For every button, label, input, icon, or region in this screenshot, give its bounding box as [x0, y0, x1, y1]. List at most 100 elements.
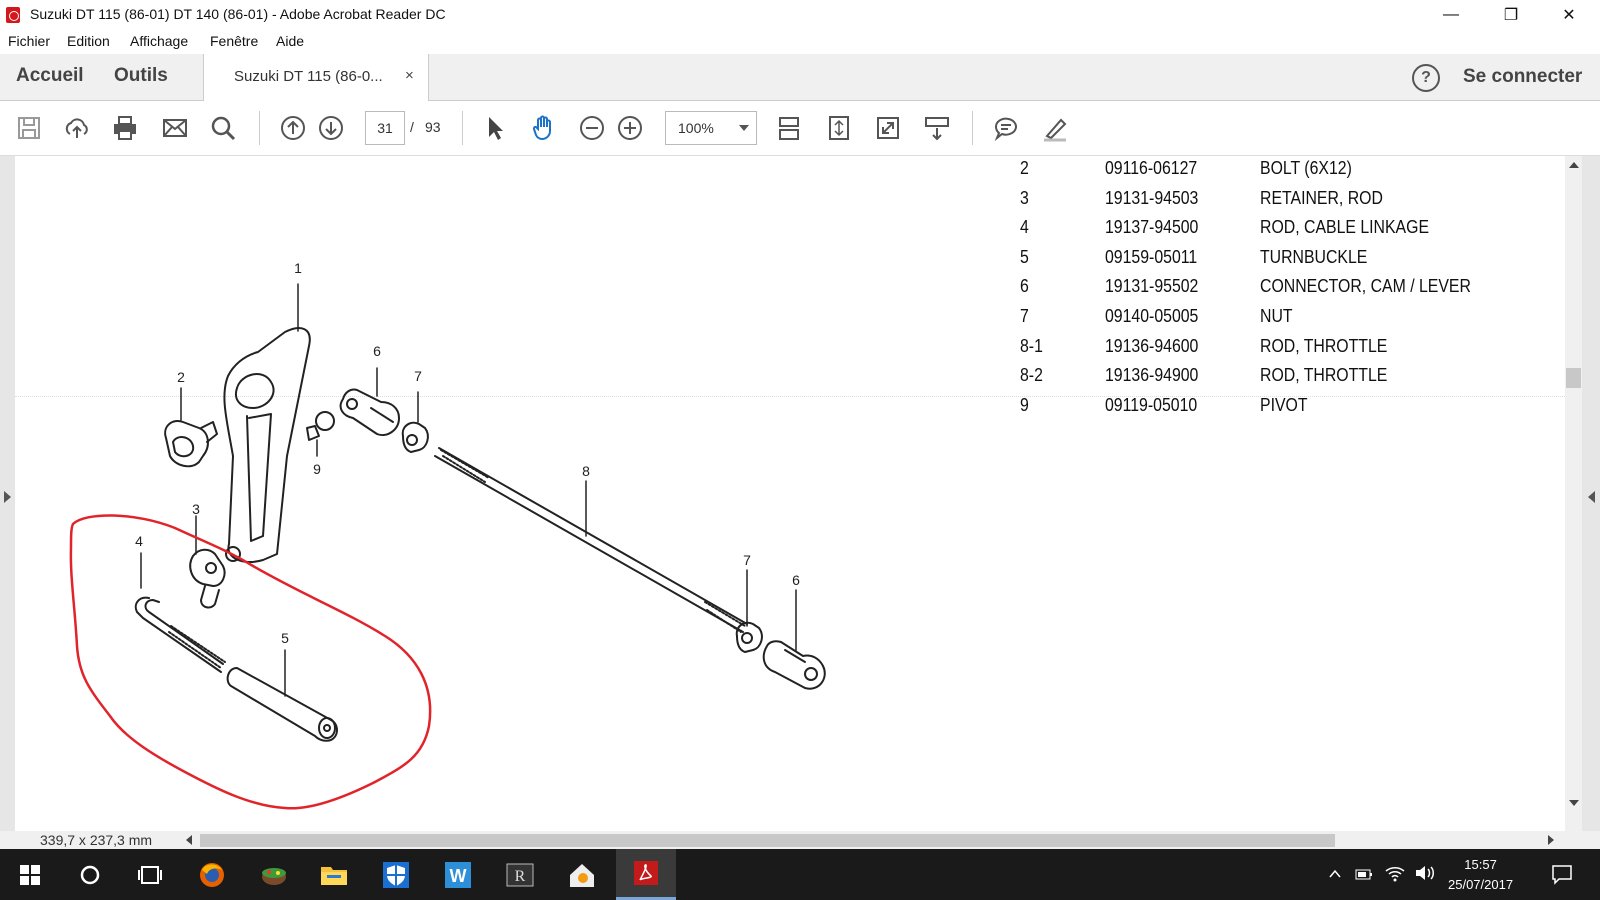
start-button[interactable] — [0, 849, 60, 900]
system-clock[interactable]: 15:57 25/07/2017 — [1448, 855, 1513, 895]
scroll-up-icon[interactable] — [1569, 162, 1579, 168]
menu-edition[interactable]: Edition — [67, 33, 110, 49]
svg-text:R: R — [515, 868, 526, 885]
scroll-down-icon[interactable] — [1569, 800, 1579, 806]
windows-taskbar: W R 15:57 25/07/2017 — [0, 849, 1600, 900]
taskbar-app-r[interactable]: R — [490, 849, 550, 900]
part-connector-bottom — [762, 640, 826, 690]
search-icon[interactable] — [206, 111, 240, 145]
taskbar-app-2[interactable] — [244, 849, 304, 900]
menu-aide[interactable]: Aide — [276, 33, 304, 49]
taskbar-app-home[interactable] — [552, 849, 612, 900]
cloud-upload-icon[interactable] — [60, 111, 94, 145]
restore-button[interactable]: ❐ — [1488, 0, 1534, 30]
part-retainer — [189, 548, 226, 609]
minimize-button[interactable]: — — [1428, 0, 1474, 30]
status-bar: 339,7 x 237,3 mm — [0, 831, 1600, 849]
notification-center-icon[interactable] — [1550, 863, 1574, 885]
vertical-scroll-thumb[interactable] — [1566, 368, 1581, 388]
fit-page-icon[interactable] — [822, 111, 856, 145]
close-tab-icon[interactable]: × — [405, 67, 414, 84]
home-app-icon — [570, 863, 594, 887]
windows-logo-icon — [20, 864, 40, 885]
taskbar-security[interactable] — [366, 849, 426, 900]
sign-in-link[interactable]: Se connecter — [1463, 66, 1582, 88]
comment-icon[interactable] — [989, 111, 1023, 145]
scroll-left-icon[interactable] — [186, 835, 192, 845]
select-cursor-icon[interactable] — [478, 111, 512, 145]
bowl-app-icon — [262, 867, 286, 885]
page-layout-icon[interactable] — [772, 111, 806, 145]
part-pivot — [306, 411, 335, 441]
cortana-button[interactable] — [60, 849, 120, 900]
zoom-select[interactable]: 100% — [665, 111, 757, 145]
taskbar-file-explorer[interactable] — [304, 849, 364, 900]
vertical-scrollbar[interactable] — [1565, 156, 1582, 831]
help-icon[interactable]: ? — [1412, 64, 1440, 92]
part-throttle-rod — [434, 447, 748, 633]
right-pane-toggle-icon[interactable] — [1588, 491, 1595, 503]
zoom-in-icon[interactable] — [613, 111, 647, 145]
callout-2: 2 — [177, 369, 185, 385]
tab-outils[interactable]: Outils — [114, 65, 168, 87]
part-nut-top — [401, 421, 429, 453]
part-nut-bottom — [735, 621, 763, 653]
hand-tool-icon[interactable] — [527, 111, 561, 145]
taskbar-firefox[interactable] — [182, 849, 242, 900]
battery-icon[interactable] — [1352, 865, 1374, 883]
taskbar-acrobat[interactable] — [616, 849, 676, 900]
highlight-pen-icon[interactable] — [1038, 111, 1072, 145]
firefox-icon — [200, 862, 224, 887]
zoom-out-icon[interactable] — [575, 111, 609, 145]
document-tab-label: Suzuki DT 115 (86-0... — [234, 68, 383, 85]
wifi-icon[interactable] — [1384, 863, 1406, 883]
callout-7-top: 7 — [414, 368, 422, 384]
menu-fichier[interactable]: Fichier — [8, 33, 50, 49]
tab-bar: Accueil Outils Suzuki DT 115 (86-0... × … — [0, 54, 1600, 101]
page-number-input[interactable]: 31 — [365, 111, 405, 145]
part-lever — [223, 327, 311, 563]
task-view-icon — [138, 865, 162, 884]
scroll-mode-icon[interactable] — [920, 111, 954, 145]
save-icon[interactable] — [12, 111, 46, 145]
page-total: 93 — [425, 119, 441, 135]
document-viewport[interactable]: 2 09116-06127 BOLT (6X12) 3 19131-94503 RETAI… — [0, 156, 1600, 831]
acrobat-logo-icon — [6, 7, 20, 23]
document-tab[interactable]: Suzuki DT 115 (86-0... × — [203, 54, 429, 101]
leader-lines — [140, 283, 797, 697]
chevron-down-icon — [739, 125, 749, 131]
task-view-button[interactable] — [120, 849, 180, 900]
chevron-up-icon[interactable] — [1328, 867, 1342, 881]
email-icon[interactable] — [158, 111, 192, 145]
cortana-icon — [80, 865, 100, 884]
page-separator: / — [410, 119, 414, 135]
menu-affichage[interactable]: Affichage — [130, 33, 188, 49]
previous-page-icon[interactable] — [276, 111, 310, 145]
full-screen-icon[interactable] — [871, 111, 905, 145]
print-icon[interactable] — [108, 111, 142, 145]
title-bar: Suzuki DT 115 (86-01) DT 140 (86-01) - A… — [0, 0, 1600, 30]
taskbar-app-w[interactable]: W — [428, 849, 488, 900]
left-pane-toggle-icon[interactable] — [4, 491, 11, 503]
folder-icon — [321, 866, 347, 885]
volume-icon[interactable] — [1414, 863, 1436, 883]
tab-accueil[interactable]: Accueil — [16, 65, 84, 87]
scroll-right-icon[interactable] — [1548, 835, 1554, 845]
next-page-icon[interactable] — [314, 111, 348, 145]
acrobat-icon — [634, 861, 658, 885]
window-title: Suzuki DT 115 (86-01) DT 140 (86-01) - A… — [30, 6, 446, 22]
horizontal-scroll-thumb[interactable] — [200, 834, 1335, 847]
part-cable-linkage-rod — [134, 596, 226, 673]
callout-3: 3 — [192, 501, 200, 517]
toolbar: 31 / 93 100% — [0, 101, 1600, 156]
menu-fenetre[interactable]: Fenêtre — [210, 33, 258, 49]
toolbar-separator — [972, 111, 973, 145]
part-connector-top — [339, 388, 400, 436]
zoom-value: 100% — [678, 120, 714, 136]
r-app-icon: R — [506, 863, 534, 886]
callout-5: 5 — [281, 630, 289, 646]
close-window-button[interactable]: ✕ — [1546, 0, 1592, 30]
callout-6-top: 6 — [373, 343, 381, 359]
page-dimensions: 339,7 x 237,3 mm — [40, 832, 153, 848]
w-app-icon: W — [445, 861, 471, 888]
